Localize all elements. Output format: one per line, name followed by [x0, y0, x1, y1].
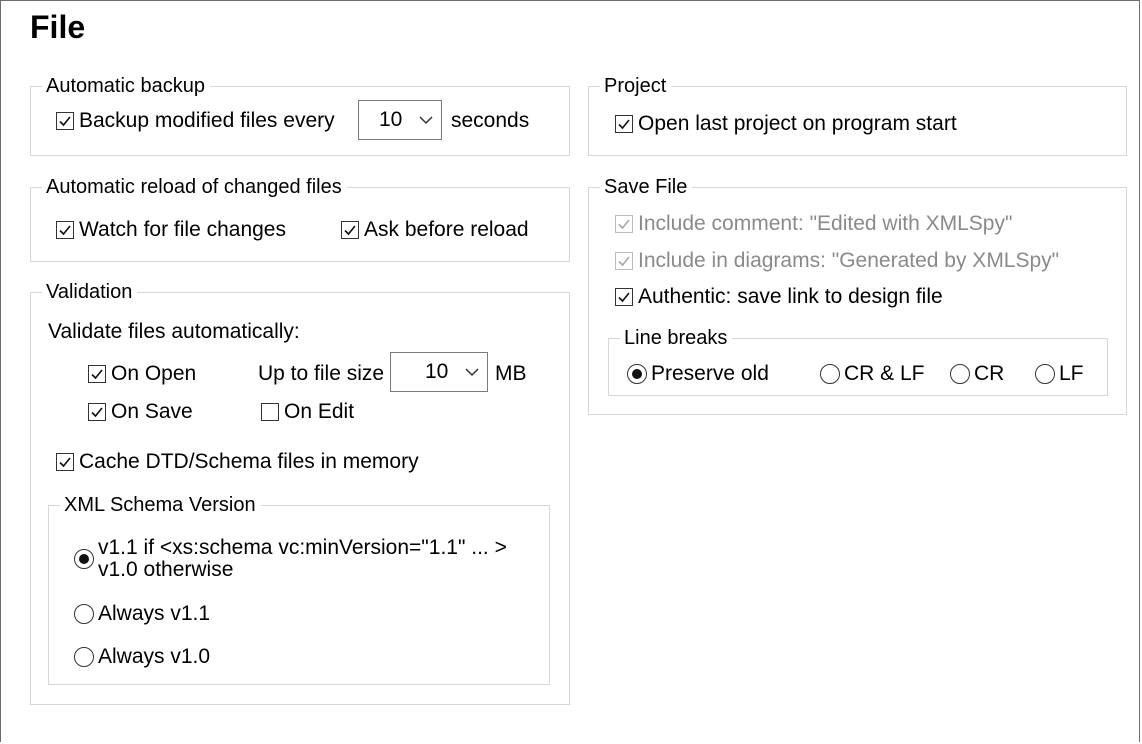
cache-checkbox[interactable] — [56, 453, 74, 471]
file-size-label: Up to file size — [258, 362, 385, 385]
on-edit-checkbox-row[interactable]: On Edit — [261, 400, 354, 424]
schema-option-1-radio[interactable] — [74, 549, 94, 569]
cr-lf-label: CR & LF — [844, 362, 925, 385]
schema-option-3-label: Always v1.0 — [98, 645, 211, 668]
open-last-label: Open last project on program start — [638, 112, 957, 135]
on-open-label: On Open — [111, 362, 197, 385]
schema-option-2-radio[interactable] — [74, 604, 94, 624]
checkmark-icon — [91, 407, 103, 418]
cr-lf-radio[interactable] — [820, 364, 840, 384]
authentic-checkbox[interactable] — [615, 288, 633, 306]
file-size-select[interactable]: 10 — [390, 352, 488, 392]
validation-legend: Validation — [42, 280, 138, 304]
checkmark-icon — [618, 219, 630, 230]
lf-label: LF — [1059, 362, 1084, 385]
preserve-old-label: Preserve old — [651, 362, 769, 385]
include-comment-checkbox-row[interactable]: Include comment: "Edited with XMLSpy" — [615, 212, 1012, 236]
watch-checkbox-row[interactable]: Watch for file changes — [56, 218, 286, 242]
schema-option-1-line2: v1.0 otherwise — [98, 558, 234, 581]
include-diagrams-label: Include in diagrams: "Generated by XMLSp… — [638, 249, 1060, 272]
backup-checkbox-row[interactable]: Backup modified files every — [56, 109, 335, 133]
watch-label: Watch for file changes — [79, 218, 286, 241]
preserve-old-radio-row[interactable]: Preserve old — [627, 362, 769, 386]
on-save-checkbox-row[interactable]: On Save — [88, 400, 193, 424]
authentic-label: Authentic: save link to design file — [638, 285, 943, 308]
checkmark-icon — [618, 256, 630, 267]
backup-interval-value: 10 — [379, 108, 403, 131]
schema-option-1-line1: v1.1 if <xs:schema vc:minVersion="1.1" .… — [98, 536, 507, 559]
ask-checkbox[interactable] — [341, 221, 359, 239]
cr-radio[interactable] — [950, 364, 970, 384]
cache-label: Cache DTD/Schema files in memory — [79, 450, 419, 473]
schema-version-legend: XML Schema Version — [60, 493, 261, 517]
radio-selected-dot — [79, 554, 89, 564]
backup-unit-label: seconds — [451, 109, 530, 132]
cr-label: CR — [974, 362, 1005, 385]
include-comment-label: Include comment: "Edited with XMLSpy" — [638, 212, 1013, 235]
preserve-old-radio[interactable] — [627, 364, 647, 384]
on-save-label: On Save — [111, 400, 193, 423]
checkmark-icon — [618, 292, 630, 303]
schema-option-3-radio[interactable] — [74, 647, 94, 667]
checkmark-icon — [59, 225, 71, 236]
radio-selected-dot — [632, 369, 642, 379]
authentic-checkbox-row[interactable]: Authentic: save link to design file — [615, 285, 943, 309]
open-last-checkbox-row[interactable]: Open last project on program start — [615, 112, 957, 136]
checkmark-icon — [59, 116, 71, 127]
schema-option-2-label: Always v1.1 — [98, 602, 211, 625]
save-file-legend: Save File — [600, 175, 693, 199]
backup-interval-select[interactable]: 10 — [358, 100, 442, 140]
ask-checkbox-row[interactable]: Ask before reload — [341, 218, 529, 242]
checkmark-icon — [344, 225, 356, 236]
automatic-backup-legend: Automatic backup — [42, 74, 210, 98]
cache-checkbox-row[interactable]: Cache DTD/Schema files in memory — [56, 450, 419, 474]
schema-option-2-row[interactable]: Always v1.1 — [74, 602, 210, 626]
on-save-checkbox[interactable] — [88, 403, 106, 421]
chevron-down-icon — [465, 368, 479, 377]
cr-lf-radio-row[interactable]: CR & LF — [820, 362, 925, 386]
project-legend: Project — [600, 74, 672, 98]
validate-label: Validate files automatically: — [48, 320, 300, 343]
backup-checkbox[interactable] — [56, 112, 74, 130]
on-edit-label: On Edit — [284, 400, 355, 423]
lf-radio[interactable] — [1035, 364, 1055, 384]
open-last-checkbox[interactable] — [615, 115, 633, 133]
line-breaks-legend: Line breaks — [620, 326, 733, 350]
ask-label: Ask before reload — [364, 218, 529, 241]
schema-option-1-row[interactable]: v1.1 if <xs:schema vc:minVersion="1.1" .… — [74, 537, 507, 581]
backup-label: Backup modified files every — [79, 109, 335, 132]
file-size-value: 10 — [425, 360, 449, 383]
chevron-down-icon — [419, 116, 433, 125]
cr-radio-row[interactable]: CR — [950, 362, 1004, 386]
schema-option-1-label: v1.1 if <xs:schema vc:minVersion="1.1" .… — [98, 537, 507, 581]
include-diagrams-checkbox-row[interactable]: Include in diagrams: "Generated by XMLSp… — [615, 249, 1059, 273]
checkmark-icon — [618, 119, 630, 130]
include-diagrams-checkbox[interactable] — [615, 252, 633, 270]
lf-radio-row[interactable]: LF — [1035, 362, 1084, 386]
file-size-unit: MB — [495, 362, 527, 385]
on-open-checkbox[interactable] — [88, 365, 106, 383]
checkmark-icon — [59, 457, 71, 468]
checkmark-icon — [91, 369, 103, 380]
include-comment-checkbox[interactable] — [615, 215, 633, 233]
automatic-reload-legend: Automatic reload of changed files — [42, 175, 347, 199]
page-title: File — [30, 9, 86, 45]
watch-checkbox[interactable] — [56, 221, 74, 239]
on-edit-checkbox[interactable] — [261, 403, 279, 421]
schema-option-3-row[interactable]: Always v1.0 — [74, 645, 210, 669]
on-open-checkbox-row[interactable]: On Open — [88, 362, 196, 386]
